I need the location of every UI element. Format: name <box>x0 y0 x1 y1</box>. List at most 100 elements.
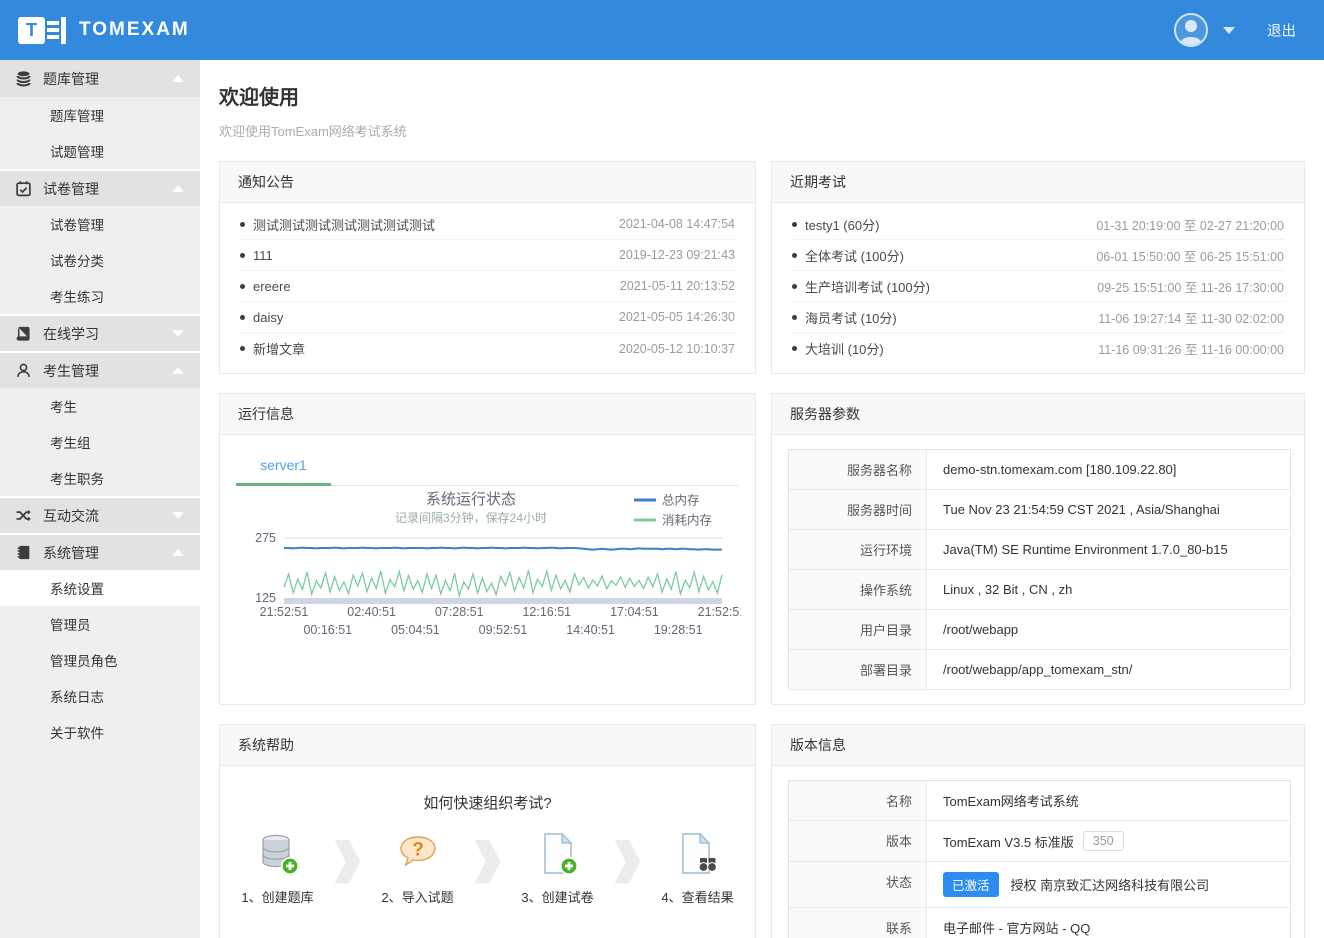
list-item: 大培训 (10分) 11-16 09:31:26 至 11-16 00:00:00 <box>792 333 1284 364</box>
svg-text:02:40:51: 02:40:51 <box>347 605 396 619</box>
list-item-title[interactable]: 测试测试测试测试测试测试测试 <box>240 215 435 234</box>
sidebar-item-题库管理[interactable]: 题库管理 <box>0 97 200 133</box>
runtime-card: 运行信息 server1 系统运行状态记录间隔3分钟，保存24小时总内存消耗内存… <box>219 393 756 705</box>
row-label: 部署目录 <box>789 650 927 689</box>
bullet-icon <box>792 315 797 320</box>
svg-text:07:28:51: 07:28:51 <box>435 605 484 619</box>
tab-server1[interactable]: server1 <box>236 450 331 486</box>
row-label: 用户目录 <box>789 610 927 649</box>
sidebar-item-管理员角色[interactable]: 管理员角色 <box>0 642 200 678</box>
server-tabs: server1 <box>236 450 739 486</box>
svg-text:14:40:51: 14:40:51 <box>566 623 615 637</box>
list-item: 测试测试测试测试测试测试测试2021-04-08 14:47:54 <box>240 209 735 240</box>
sidebar-item-考生练习[interactable]: 考生练习 <box>0 278 200 314</box>
memory-chart: 系统运行状态记录间隔3分钟，保存24小时总内存消耗内存27512521:52:5… <box>236 488 739 651</box>
recent-exams-list: testy1 (60分)01-31 20:19:00 至 02-27 21:20… <box>772 203 1304 373</box>
help-step: ?2、导入试题 <box>366 831 470 906</box>
sidebar-group-互动交流[interactable]: 互动交流 <box>0 496 200 533</box>
sidebar-group-考生管理[interactable]: 考生管理 <box>0 351 200 388</box>
server-params-card: 服务器参数 服务器名称demo-stn.tomexam.com [180.109… <box>771 393 1305 705</box>
step-arrow-icon <box>335 840 361 884</box>
sidebar-item-试题管理[interactable]: 试题管理 <box>0 133 200 169</box>
user-avatar[interactable] <box>1174 13 1208 47</box>
list-item-title[interactable]: 大培训 (10分) <box>792 339 884 358</box>
list-item-title[interactable]: 全体考试 (100分) <box>792 246 904 265</box>
row-value: 已激活授权 南京致汇达网络科技有限公司 <box>927 862 1290 907</box>
svg-text:19:28:51: 19:28:51 <box>654 623 703 637</box>
notices-card: 通知公告 测试测试测试测试测试测试测试2021-04-08 14:47:5411… <box>219 161 756 374</box>
row-value: /root/webapp/app_tomexam_stn/ <box>927 650 1290 689</box>
list-item-date: 2020-05-12 10:10:37 <box>619 342 735 356</box>
help-step-label: 4、查看结果 <box>661 887 733 906</box>
version-table: 名称TomExam网络考试系统版本TomExam V3.5 标准版350状态已激… <box>788 780 1291 938</box>
legend-label: 消耗内存 <box>662 514 712 528</box>
list-item-date: 2021-05-11 20:13:52 <box>620 279 735 293</box>
calendar-icon <box>15 180 32 197</box>
list-item-title[interactable]: 111 <box>240 248 273 263</box>
sidebar-item-考生[interactable]: 考生 <box>0 388 200 424</box>
sidebar-item-试卷分类[interactable]: 试卷分类 <box>0 242 200 278</box>
help-steps: 1、创建题库?2、导入试题3、创建试卷4、查看结果 <box>220 831 755 906</box>
database-add-icon <box>255 831 301 877</box>
list-item-title[interactable]: 新增文章 <box>240 339 305 358</box>
brand-logo: T TOMEXAM <box>18 17 190 44</box>
sidebar-item-系统日志[interactable]: 系统日志 <box>0 678 200 714</box>
logout-button[interactable]: 退出 <box>1267 20 1296 41</box>
sidebar-group-系统管理[interactable]: 系统管理 <box>0 533 200 570</box>
svg-text:17:04:51: 17:04:51 <box>610 605 659 619</box>
collapse-arrow-icon[interactable] <box>172 367 184 374</box>
row-label: 服务器名称 <box>789 450 927 489</box>
list-item-title[interactable]: ereere <box>240 279 291 294</box>
list-item-title[interactable]: daisy <box>240 310 283 325</box>
table-row: 服务器时间Tue Nov 23 21:54:59 CST 2021 , Asia… <box>789 490 1290 530</box>
sidebar-item-考生组[interactable]: 考生组 <box>0 424 200 460</box>
bullet-icon <box>240 284 245 289</box>
sidebar-group-label: 考生管理 <box>43 361 99 381</box>
doc-search-icon <box>675 831 721 877</box>
svg-text:12:16:51: 12:16:51 <box>522 605 571 619</box>
sidebar-group-题库管理[interactable]: 题库管理 <box>0 60 200 97</box>
row-label: 服务器时间 <box>789 490 927 529</box>
row-value[interactable]: 电子邮件 - 官方网站 - QQ <box>927 908 1290 938</box>
list-item-date: 11-16 09:31:26 至 11-16 00:00:00 <box>1098 339 1284 358</box>
collapse-arrow-icon[interactable] <box>172 75 184 82</box>
step-arrow-icon <box>475 840 501 884</box>
sidebar-group-label: 试卷管理 <box>43 179 99 199</box>
row-value: Tue Nov 23 21:54:59 CST 2021 , Asia/Shan… <box>927 490 1290 529</box>
sidebar-item-系统设置[interactable]: 系统设置 <box>0 570 200 606</box>
help-card: 系统帮助 如何快速组织考试? 1、创建题库?2、导入试题3、创建试卷4、查看结果 <box>219 724 756 938</box>
sidebar-group-label: 在线学习 <box>43 324 99 344</box>
list-item: 新增文章 2020-05-12 10:10:37 <box>240 333 735 364</box>
expand-arrow-icon[interactable] <box>172 330 184 337</box>
svg-text:125: 125 <box>255 591 276 605</box>
sidebar-item-试卷管理[interactable]: 试卷管理 <box>0 206 200 242</box>
sidebar-group-试卷管理[interactable]: 试卷管理 <box>0 169 200 206</box>
table-row: 服务器名称demo-stn.tomexam.com [180.109.22.80… <box>789 450 1290 490</box>
row-label: 状态 <box>789 862 927 907</box>
list-item-title[interactable]: 海员考试 (10分) <box>792 308 897 327</box>
list-item-title[interactable]: 生产培训考试 (100分) <box>792 277 930 296</box>
bullet-icon <box>792 284 797 289</box>
list-item: 1112019-12-23 09:21:43 <box>240 240 735 271</box>
row-value: Java(TM) SE Runtime Environment 1.7.0_80… <box>927 530 1290 569</box>
chevron-down-icon[interactable] <box>1223 27 1235 34</box>
help-step: 4、查看结果 <box>646 831 750 906</box>
collapse-arrow-icon[interactable] <box>172 549 184 556</box>
svg-text:21:52:51: 21:52:51 <box>698 605 741 619</box>
bubble-question-icon: ? <box>395 831 441 877</box>
sidebar-item-管理员[interactable]: 管理员 <box>0 606 200 642</box>
sidebar-item-关于软件[interactable]: 关于软件 <box>0 714 200 750</box>
notices-list: 测试测试测试测试测试测试测试2021-04-08 14:47:541112019… <box>220 203 755 373</box>
row-value: demo-stn.tomexam.com [180.109.22.80] <box>927 450 1290 489</box>
list-item-title[interactable]: testy1 (60分) <box>792 215 879 234</box>
table-row: 操作系统Linux , 32 Bit , CN , zh <box>789 570 1290 610</box>
list-item: 海员考试 (10分) 11-06 19:27:14 至 11-30 02:02:0… <box>792 302 1284 333</box>
status-badge: 已激活 <box>943 872 999 897</box>
sidebar-item-考生职务[interactable]: 考生职务 <box>0 460 200 496</box>
list-item-date: 11-06 19:27:14 至 11-30 02:02:00 <box>1098 308 1284 327</box>
version-card: 版本信息 名称TomExam网络考试系统版本TomExam V3.5 标准版35… <box>771 724 1305 938</box>
expand-arrow-icon[interactable] <box>172 512 184 519</box>
sidebar-group-在线学习[interactable]: 在线学习 <box>0 314 200 351</box>
collapse-arrow-icon[interactable] <box>172 185 184 192</box>
notices-card-title: 通知公告 <box>220 162 755 203</box>
